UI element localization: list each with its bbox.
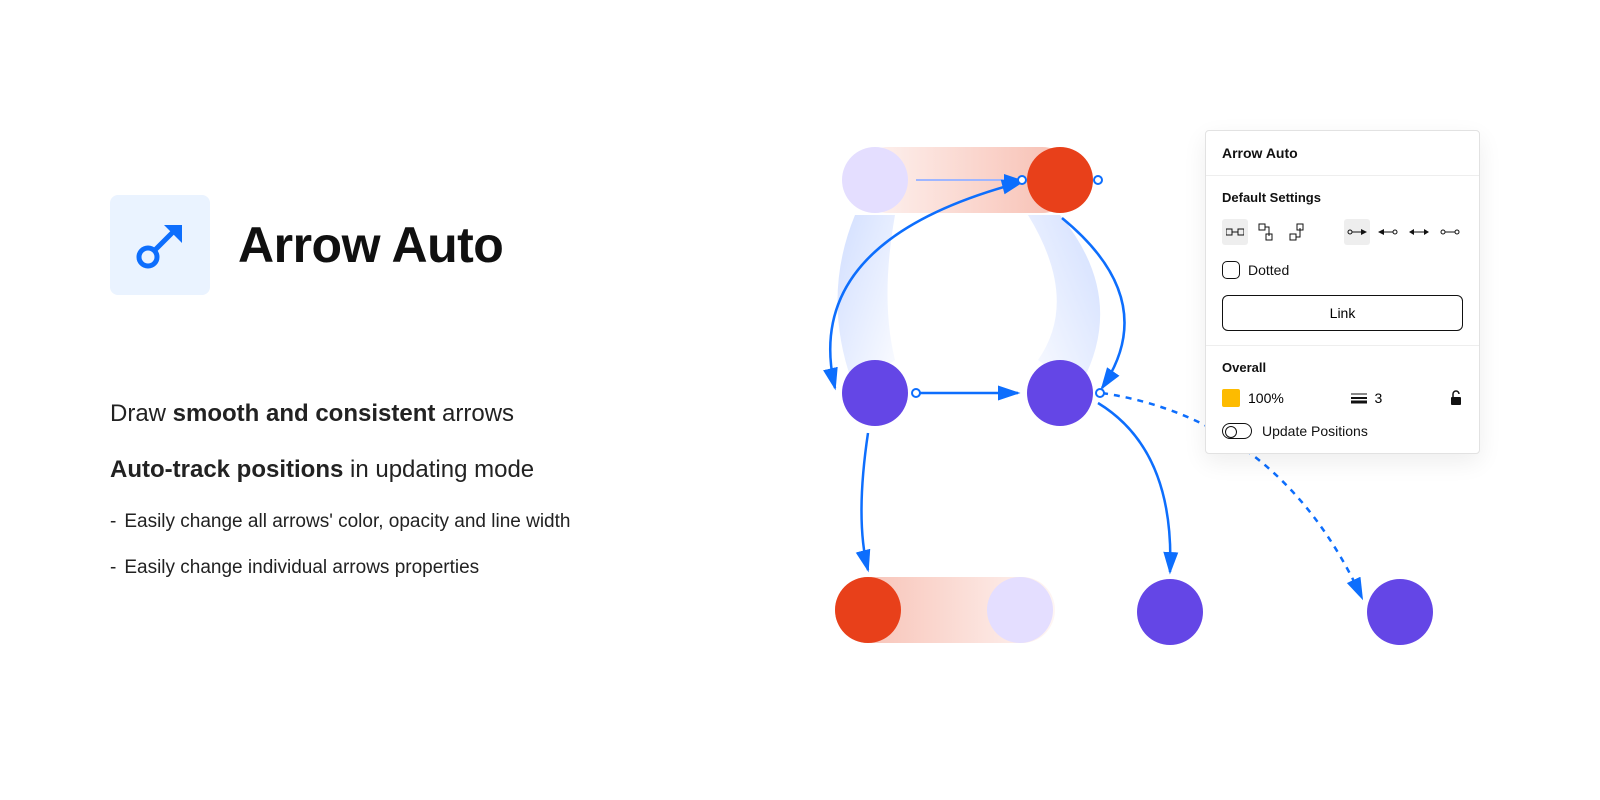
hero: Arrow Auto [110, 195, 690, 295]
diagram-node-red[interactable] [1027, 147, 1093, 213]
update-positions-label: Update Positions [1262, 423, 1368, 439]
diagram-node-purple[interactable] [842, 360, 908, 426]
arrowhead-style-group [1344, 219, 1463, 245]
panel-title: Arrow Auto [1206, 131, 1479, 176]
arrowhead-none-icon[interactable] [1437, 219, 1463, 245]
diagram-node-purple[interactable] [1137, 579, 1203, 645]
color-swatch-icon [1222, 389, 1240, 407]
overall-title: Overall [1222, 360, 1463, 375]
arrow-logo-icon [130, 215, 190, 275]
arrowhead-start-icon[interactable] [1375, 219, 1401, 245]
connector-elbow-up-icon[interactable] [1284, 219, 1310, 245]
diagram-canvas: Arrow Auto Default Settings [760, 130, 1480, 690]
page-title: Arrow Auto [238, 216, 503, 274]
description-line-2: Auto-track positions in updating mode [110, 454, 690, 486]
settings-panel: Arrow Auto Default Settings [1205, 130, 1480, 454]
connector-elbow-down-icon[interactable] [1253, 219, 1279, 245]
defaults-title: Default Settings [1222, 190, 1463, 205]
link-button[interactable]: Link [1222, 295, 1463, 331]
dotted-label: Dotted [1248, 262, 1289, 278]
diagram-node-red[interactable] [835, 577, 901, 643]
bullet-item: Easily change all arrows' color, opacity… [110, 511, 690, 533]
update-positions-toggle[interactable] [1222, 423, 1252, 439]
description-line-1: Draw smooth and consistent arrows [110, 398, 690, 430]
connector-straight-icon[interactable] [1222, 219, 1248, 245]
connector-style-group [1222, 219, 1310, 245]
logo [110, 195, 210, 295]
lock-toggle[interactable] [1449, 390, 1463, 406]
arrowhead-both-icon[interactable] [1406, 219, 1432, 245]
dotted-checkbox[interactable] [1222, 261, 1240, 279]
diagram-node-purple[interactable] [1027, 360, 1093, 426]
bullet-item: Easily change individual arrows properti… [110, 557, 690, 579]
unlock-icon [1449, 390, 1463, 406]
stroke-lines-icon [1351, 392, 1367, 404]
arrowhead-end-icon[interactable] [1344, 219, 1370, 245]
diagram-node-purple[interactable] [1367, 579, 1433, 645]
stroke-width-control[interactable]: 3 [1351, 390, 1383, 406]
opacity-control[interactable]: 100% [1222, 389, 1284, 407]
